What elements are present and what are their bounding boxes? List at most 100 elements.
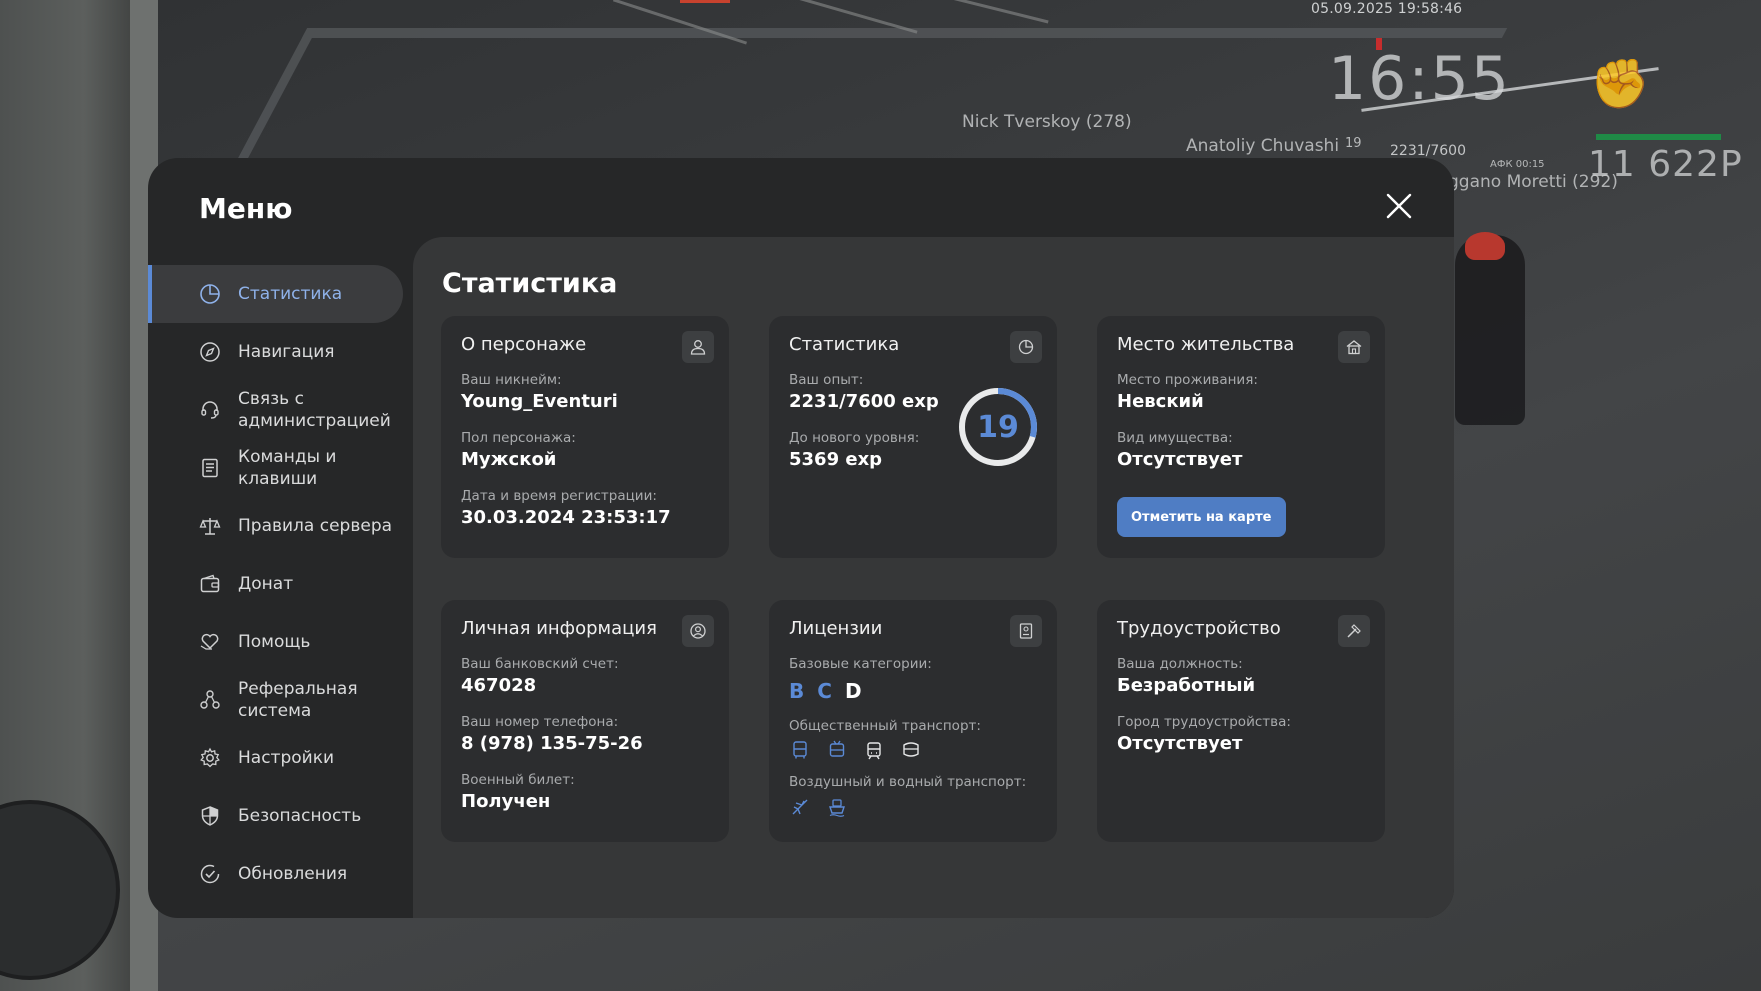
airplane-icon	[789, 796, 811, 818]
menu-window: Меню Статистика Навигация Связь с админи…	[148, 158, 1454, 918]
card-title: Личная информация	[461, 618, 657, 639]
pie-chart-icon	[198, 282, 222, 306]
wallet-icon	[198, 572, 222, 596]
card-title: Трудоустройство	[1117, 618, 1281, 639]
sidebar-item-commands[interactable]: Команды и клавиши	[148, 439, 404, 497]
character-card: О персонаже Ваш никнейм: Young_Eventuri …	[441, 316, 729, 558]
page-title: Статистика	[442, 268, 618, 299]
personal-info-card: Личная информация Ваш банковский счет: 4…	[441, 600, 729, 842]
hud-level: 19	[1345, 136, 1362, 151]
registration-value: 30.03.2024 23:53:17	[461, 507, 671, 528]
employment-card: Трудоустройство Ваша должность: Безработ…	[1097, 600, 1385, 842]
sidebar-item-updates[interactable]: Обновления	[148, 845, 404, 903]
public-transport-icons	[789, 739, 922, 761]
mark-on-map-button[interactable]: Отметить на карте	[1117, 497, 1286, 537]
residence-place-label: Место проживания:	[1117, 372, 1258, 388]
sidebar: Статистика Навигация Связь с администрац…	[148, 265, 404, 903]
sidebar-item-label: Помощь	[238, 632, 311, 652]
sidebar-item-settings[interactable]: Настройки	[148, 729, 404, 787]
pie-chart-icon	[1010, 331, 1042, 363]
bank-value: 467028	[461, 675, 537, 696]
card-title: Лицензии	[789, 618, 883, 639]
military-label: Военный билет:	[461, 772, 575, 788]
gender-value: Мужской	[461, 449, 557, 470]
hud-afk: АФК 00:15	[1490, 159, 1545, 170]
user-icon	[682, 331, 714, 363]
military-value: Получен	[461, 791, 551, 812]
sidebar-item-rules[interactable]: Правила сервера	[148, 497, 404, 555]
player-nick: Nick Tverskoy (278)	[962, 112, 1132, 132]
metro-icon	[900, 739, 922, 761]
sidebar-item-label: Реферальная система	[238, 679, 358, 721]
card-title: О персонаже	[461, 334, 587, 355]
sidebar-item-navigation[interactable]: Навигация	[148, 323, 404, 381]
network-icon	[198, 688, 222, 712]
scales-icon	[198, 514, 222, 538]
sidebar-item-label: Настройки	[238, 748, 335, 768]
hud-datetime: 05.09.2025 19:58:46	[1311, 1, 1463, 17]
card-title: Место жительства	[1117, 334, 1295, 355]
nickname-label: Ваш никнейм:	[461, 372, 562, 388]
headset-icon	[198, 398, 222, 422]
sidebar-item-label: Связь с администрацией	[238, 389, 391, 431]
trolleybus-icon	[826, 739, 848, 761]
property-label: Вид имущества:	[1117, 430, 1233, 446]
sidebar-item-admin-contact[interactable]: Связь с администрацией	[148, 381, 404, 439]
hud-exp: 2231/7600	[1390, 143, 1466, 159]
sidebar-item-label: Донат	[238, 574, 294, 594]
close-button[interactable]	[1384, 191, 1414, 221]
bank-label: Ваш банковский счет:	[461, 656, 619, 672]
sidebar-item-label: Обновления	[238, 864, 348, 884]
hud-health-bar	[1596, 134, 1721, 140]
heart-hand-icon	[198, 630, 222, 654]
property-value: Отсутствует	[1117, 449, 1243, 470]
tram-icon	[863, 739, 885, 761]
home-icon	[1338, 331, 1370, 363]
sidebar-item-donate[interactable]: Донат	[148, 555, 404, 613]
air-water-icons	[789, 796, 848, 818]
card-title: Статистика	[789, 334, 900, 355]
sidebar-item-referral[interactable]: Реферальная система	[148, 671, 404, 729]
bus-icon	[789, 739, 811, 761]
exp-value: 2231/7600 exp	[789, 391, 939, 412]
next-level-value: 5369 exp	[789, 449, 883, 470]
sidebar-item-label: Безопасность	[238, 806, 362, 826]
sidebar-item-label: Команды и клавиши	[238, 447, 337, 489]
player-nick: ggano Moretti (292)	[1448, 172, 1618, 192]
residence-card: Место жительства Место проживания: Невск…	[1097, 316, 1385, 558]
position-value: Безработный	[1117, 675, 1256, 696]
licenses-card: Лицензии Базовые категории: B C D Общест…	[769, 600, 1057, 842]
job-city-label: Город трудоустройства:	[1117, 714, 1291, 730]
player-nick: Anatoliy Chuvashi	[1186, 136, 1340, 156]
menu-title: Меню	[199, 192, 293, 225]
sidebar-item-help[interactable]: Помощь	[148, 613, 404, 671]
document-icon	[198, 456, 222, 480]
stats-card: Статистика Ваш опыт: 2231/7600 exp До но…	[769, 316, 1057, 558]
job-city-value: Отсутствует	[1117, 733, 1243, 754]
id-badge-icon	[1010, 615, 1042, 647]
check-circle-icon	[198, 862, 222, 886]
phone-label: Ваш номер телефона:	[461, 714, 619, 730]
license-category-c: C	[817, 679, 832, 703]
fist-icon: ✊	[1590, 56, 1650, 112]
gear-icon	[198, 746, 222, 770]
sidebar-item-label: Навигация	[238, 342, 335, 362]
level-value: 19	[977, 409, 1019, 445]
close-icon	[1386, 193, 1412, 219]
air-water-label: Воздушный и водный транспорт:	[789, 774, 1027, 790]
sidebar-item-label: Правила сервера	[238, 516, 393, 536]
gender-label: Пол персонажа:	[461, 430, 576, 446]
content-panel: Статистика О персонаже Ваш никнейм: Youn…	[413, 237, 1454, 918]
user-circle-icon	[682, 615, 714, 647]
base-categories-label: Базовые категории:	[789, 656, 932, 672]
license-category-d: D	[844, 679, 862, 703]
sidebar-item-statistics[interactable]: Статистика	[148, 265, 403, 323]
hammer-icon	[1338, 615, 1370, 647]
player-character	[1455, 235, 1525, 425]
next-level-label: До нового уровня:	[789, 430, 920, 446]
sidebar-item-security[interactable]: Безопасность	[148, 787, 404, 845]
phone-value: 8 (978) 135-75-26	[461, 733, 643, 754]
shield-icon	[198, 804, 222, 828]
public-transport-label: Общественный транспорт:	[789, 718, 981, 734]
exp-label: Ваш опыт:	[789, 372, 864, 388]
